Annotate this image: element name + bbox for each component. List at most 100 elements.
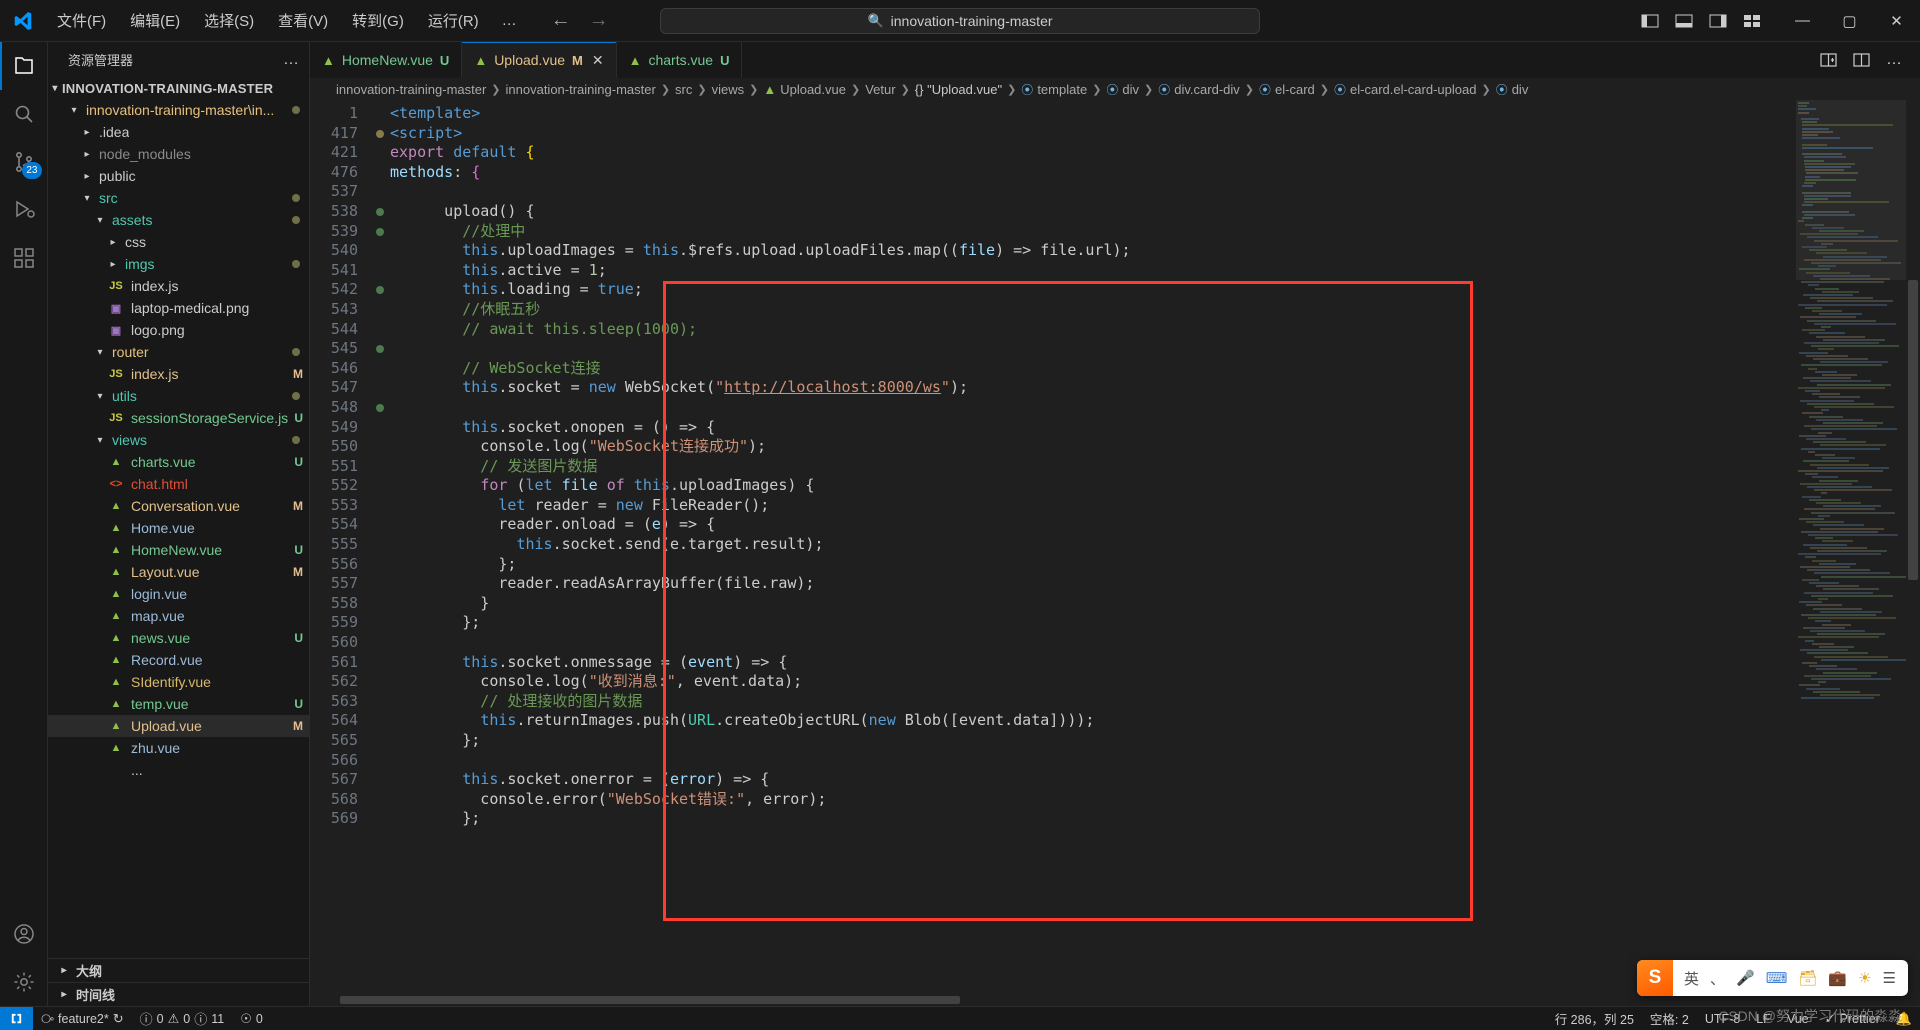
tree-item-chat.html[interactable]: <> chat.html [48, 473, 309, 495]
breadcrumb-item[interactable]: src [675, 82, 692, 97]
minimize-button[interactable]: — [1779, 0, 1826, 42]
breadcrumb-item[interactable]: views [712, 82, 745, 97]
menu-more[interactable]: … [492, 8, 529, 33]
tree-item-login.vue[interactable]: ▲ login.vue [48, 583, 309, 605]
sun-icon[interactable]: ☀ [1858, 969, 1871, 987]
comma-icon[interactable]: 、 [1710, 968, 1725, 989]
close-button[interactable]: ✕ [1873, 0, 1920, 42]
back-arrow-icon[interactable]: ← [551, 9, 571, 32]
activity-settings-gear-icon[interactable] [0, 958, 48, 1006]
menu-view[interactable]: 查看(V) [267, 6, 339, 35]
mic-icon[interactable]: 🎤 [1736, 969, 1755, 987]
remote-window-indicator[interactable] [0, 1006, 33, 1030]
activity-run-debug-icon[interactable] [0, 186, 48, 234]
tree-item-homenew.vue[interactable]: ▲ HomeNew.vue U [48, 539, 309, 561]
breadcrumb-item[interactable]: Vetur [865, 82, 895, 97]
tree-item-utils[interactable]: ▾ utils [48, 385, 309, 407]
tree-item-laptop-medical.png[interactable]: ▣ laptop-medical.png [48, 297, 309, 319]
tree-item-public[interactable]: ▸ public [48, 165, 309, 187]
command-center[interactable]: 🔍 innovation-training-master [660, 7, 1260, 34]
toggle-secondary-sidebar-icon[interactable] [1709, 13, 1727, 29]
vertical-scrollbar-thumb[interactable] [1908, 280, 1918, 580]
ime-toolbar[interactable]: S 英 、 🎤 ⌨ 🗃 💼 ☀ ☰ [1636, 960, 1908, 996]
status-indentation[interactable]: 空格: 2 [1642, 1007, 1697, 1030]
tree-item-upload.vue[interactable]: ▲ Upload.vue M [48, 715, 309, 737]
tree-item-router[interactable]: ▾ router [48, 341, 309, 363]
tree-item-logo.png[interactable]: ▣ logo.png [48, 319, 309, 341]
tree-item-node_modules[interactable]: ▸ node_modules [48, 143, 309, 165]
breadcrumb-item[interactable]: {} "Upload.vue" [915, 82, 1002, 97]
ime-mode-label[interactable]: 英 [1684, 968, 1699, 989]
tree-root-row[interactable]: ▾ INNOVATION-TRAINING-MASTER [48, 77, 309, 99]
menu-edit[interactable]: 编辑(E) [119, 6, 191, 35]
tree-item-sidentify.vue[interactable]: ▲ SIdentify.vue [48, 671, 309, 693]
breadcrumb-item[interactable]: innovation-training-master [506, 82, 656, 97]
tree-item-css[interactable]: ▸ css [48, 231, 309, 253]
menu-run[interactable]: 运行(R) [417, 6, 490, 35]
tree-item-news.vue[interactable]: ▲ news.vue U [48, 627, 309, 649]
source-code-text[interactable]: <template> <script> export default {method… [390, 100, 1796, 994]
status-cursor-position[interactable]: 行 286，列 25 [1547, 1007, 1642, 1030]
tree-item-index.js[interactable]: JS index.js [48, 275, 309, 297]
activity-accounts-icon[interactable] [0, 910, 48, 958]
menu-go[interactable]: 转到(G) [341, 6, 415, 35]
activity-search-icon[interactable] [0, 90, 48, 138]
tree-item-map.vue[interactable]: ▲ map.vue [48, 605, 309, 627]
forward-arrow-icon[interactable]: → [589, 9, 609, 32]
tree-item-imgs[interactable]: ▸ imgs [48, 253, 309, 275]
tree-item-charts.vue[interactable]: ▲ charts.vue U [48, 451, 309, 473]
breadcrumb-item[interactable]: ⦿ el-card.el-card-upload [1334, 81, 1476, 98]
menu-selection[interactable]: 选择(S) [193, 6, 265, 35]
tab-charts-vue[interactable]: ▲ charts.vue U [616, 42, 743, 78]
toggle-panel-icon[interactable] [1675, 13, 1693, 29]
activity-explorer-icon[interactable] [0, 42, 48, 90]
menu-icon[interactable]: ☰ [1883, 969, 1896, 987]
breadcrumb-item[interactable]: ⦿ div [1496, 81, 1529, 98]
vertical-scrollbar[interactable] [1906, 100, 1920, 994]
customize-layout-icon[interactable] [1743, 13, 1761, 29]
activity-extensions-icon[interactable] [0, 234, 48, 282]
tree-item-home.vue[interactable]: ▲ Home.vue [48, 517, 309, 539]
tree-item-views[interactable]: ▾ views [48, 429, 309, 451]
toolbox-icon[interactable]: 🗃 [1798, 969, 1817, 987]
tree-item-conversation.vue[interactable]: ▲ Conversation.vue M [48, 495, 309, 517]
tab-upload-vue[interactable]: ▲ Upload.vue M ✕ [462, 42, 617, 78]
breadcrumb-item[interactable]: ⦿ template [1021, 81, 1087, 98]
tab-homenew-vue[interactable]: ▲ HomeNew.vue U [310, 42, 463, 78]
tree-item-layout.vue[interactable]: ▲ Layout.vue M [48, 561, 309, 583]
breadcrumb-item[interactable]: ▲ Upload.vue [763, 82, 846, 97]
editor-more-actions[interactable]: … [1886, 51, 1904, 69]
tree-item-.idea[interactable]: ▸ .idea [48, 121, 309, 143]
split-editor-icon[interactable] [1820, 52, 1837, 68]
activity-source-control-icon[interactable]: 23 [0, 138, 48, 186]
breadcrumb-item[interactable]: ⦿ el-card [1259, 81, 1315, 98]
menu-file[interactable]: 文件(F) [46, 6, 117, 35]
tree-item-zhu.vue[interactable]: ▲ zhu.vue [48, 737, 309, 759]
close-icon[interactable]: ✕ [592, 52, 604, 69]
toggle-primary-sidebar-icon[interactable] [1641, 13, 1659, 29]
tree-item-...[interactable]: ... [48, 759, 309, 781]
editor-layout-icon[interactable] [1853, 52, 1870, 68]
tree-item-temp.vue[interactable]: ▲ temp.vue U [48, 693, 309, 715]
bag-icon[interactable]: 💼 [1828, 969, 1847, 987]
status-ports[interactable]: ☉ 0 [232, 1007, 271, 1030]
status-problems[interactable]: ⓘ 0 ⚠ 0 ⓘ 11 [132, 1007, 233, 1030]
tree-item-index.js[interactable]: JS index.js M [48, 363, 309, 385]
tree-item-sessionstorageservice.js[interactable]: JS sessionStorageService.js U [48, 407, 309, 429]
sogou-logo-icon[interactable]: S [1636, 960, 1673, 996]
minimap[interactable] [1796, 100, 1906, 994]
status-branch[interactable]: ⧂ feature2* ↻ [33, 1007, 132, 1030]
tree-item-src[interactable]: ▾ src [48, 187, 309, 209]
breadcrumb-item[interactable]: ⦿ div.card-div [1158, 81, 1240, 98]
keyboard-icon[interactable]: ⌨ [1766, 969, 1788, 987]
tree-item-innovation-training-masterin...[interactable]: ▾ innovation-training-master\in... [48, 99, 309, 121]
horizontal-scrollbar-thumb[interactable] [340, 996, 960, 1004]
breadcrumb-item[interactable]: innovation-training-master [336, 82, 486, 97]
breadcrumb-item[interactable]: ⦿ div [1106, 81, 1139, 98]
outline-section[interactable]: ▸ 大纲 [48, 958, 309, 982]
timeline-section[interactable]: ▸ 时间线 [48, 982, 309, 1006]
tree-item-record.vue[interactable]: ▲ Record.vue [48, 649, 309, 671]
tree-item-assets[interactable]: ▾ assets [48, 209, 309, 231]
maximize-button[interactable]: ▢ [1826, 0, 1873, 42]
explorer-more-actions[interactable]: … [283, 51, 301, 69]
